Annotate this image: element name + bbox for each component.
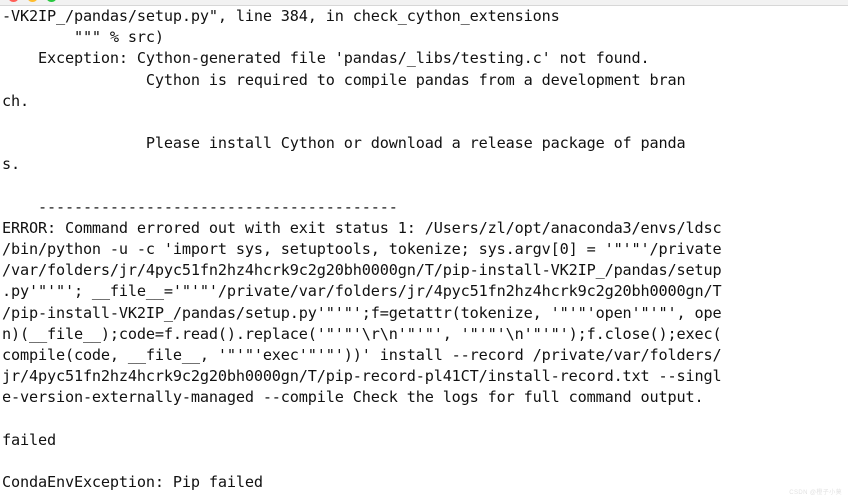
terminal-line: s. — [2, 155, 20, 174]
terminal-line: ch. — [2, 91, 29, 110]
terminal-line: /bin/python -u -c 'import sys, setuptool… — [2, 240, 722, 259]
terminal-line: Please install Cython or download a rele… — [2, 134, 686, 153]
terminal-line-failed: failed — [2, 430, 56, 449]
terminal-line: /var/folders/jr/4pyc51fn2hz4hcrk9c2g20bh… — [2, 261, 722, 280]
window-title: ldsc — -zsh — 80×24 — [0, 0, 848, 1]
terminal-line: compile(code, __file__, '"'"'exec'"'"'))… — [2, 346, 722, 364]
terminal-line: Exception: Cython-generated file 'pandas… — [2, 49, 650, 68]
terminal-line: /pip-install-VK2IP_/pandas/setup.py'"'"'… — [2, 303, 722, 322]
terminal-line-separator: ---------------------------------------- — [2, 197, 398, 216]
terminal-line: ERROR: Command errored out with exit sta… — [2, 218, 722, 237]
terminal-line-exception: CondaEnvException: Pip failed — [2, 473, 263, 492]
terminal-line: e-version-externally-managed --compile C… — [2, 388, 704, 407]
terminal-line: Cython is required to compile pandas fro… — [2, 70, 686, 89]
terminal-line: n)(__file__);code=f.read().replace('"'"'… — [2, 324, 722, 343]
terminal-line: .py'"'"'; __file__='"'"'/private/var/fol… — [2, 282, 722, 301]
terminal-window: ldsc — -zsh — 80×24 -VK2IP_/pandas/setup… — [0, 0, 848, 500]
terminal-output[interactable]: -VK2IP_/pandas/setup.py", line 384, in c… — [0, 6, 848, 500]
terminal-line: """ % src) — [2, 28, 164, 47]
terminal-line: jr/4pyc51fn2hz4hcrk9c2g20bh0000gn/T/pip-… — [2, 367, 722, 386]
watermark-label: CSDN @橙子小莫 — [789, 490, 842, 496]
terminal-line: -VK2IP_/pandas/setup.py", line 384, in c… — [2, 7, 560, 25]
